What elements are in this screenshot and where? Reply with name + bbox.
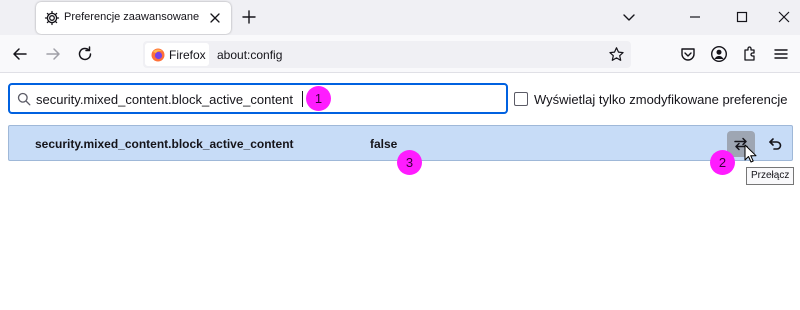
show-modified-only-checkbox[interactable] bbox=[514, 92, 528, 106]
gear-icon bbox=[44, 10, 60, 26]
tab-title: Preferencje zaawansowane bbox=[64, 11, 200, 23]
search-icon bbox=[17, 92, 31, 106]
search-preference-box[interactable] bbox=[8, 83, 508, 114]
search-input[interactable] bbox=[36, 89, 496, 109]
new-tab-icon[interactable] bbox=[240, 8, 258, 26]
app-menu-icon[interactable] bbox=[772, 45, 790, 63]
undo-icon bbox=[769, 138, 782, 150]
mouse-cursor-icon bbox=[744, 144, 757, 163]
annotation-marker-1: 1 bbox=[306, 86, 331, 111]
close-window-icon[interactable] bbox=[774, 7, 794, 27]
url-text[interactable]: about:config bbox=[217, 48, 282, 62]
list-all-tabs-icon[interactable] bbox=[619, 7, 639, 27]
toggle-tooltip: Przełącz bbox=[746, 167, 795, 185]
bookmark-star-icon[interactable] bbox=[608, 46, 625, 63]
account-icon[interactable] bbox=[710, 45, 728, 63]
identity-label: Firefox bbox=[169, 48, 206, 62]
reload-icon[interactable] bbox=[75, 44, 95, 64]
annotation-marker-3: 3 bbox=[397, 150, 422, 175]
firefox-logo-icon bbox=[151, 48, 165, 62]
maximize-icon[interactable] bbox=[732, 7, 752, 27]
extensions-icon[interactable] bbox=[741, 45, 759, 63]
forward-arrow-icon[interactable] bbox=[43, 44, 63, 64]
navigation-toolbar: Firefox about:config bbox=[0, 35, 800, 73]
annotation-marker-2: 2 bbox=[710, 150, 735, 175]
address-bar[interactable]: Firefox about:config bbox=[143, 41, 631, 68]
preference-name: security.mixed_content.block_active_cont… bbox=[35, 137, 294, 151]
back-arrow-icon[interactable] bbox=[10, 44, 30, 64]
show-modified-only-label: Wyświetlaj tylko zmodyfikowane preferenc… bbox=[534, 92, 788, 107]
pocket-icon[interactable] bbox=[679, 45, 697, 63]
close-tab-icon[interactable] bbox=[207, 10, 223, 26]
site-identity-button[interactable]: Firefox bbox=[145, 43, 209, 66]
minimize-icon[interactable] bbox=[685, 7, 705, 27]
tab-strip: Preferencje zaawansowane bbox=[0, 0, 800, 35]
text-caret bbox=[302, 91, 303, 107]
tab-advanced-preferences[interactable]: Preferencje zaawansowane bbox=[36, 2, 231, 34]
preference-value: false bbox=[370, 137, 398, 151]
reset-button[interactable] bbox=[761, 131, 789, 157]
